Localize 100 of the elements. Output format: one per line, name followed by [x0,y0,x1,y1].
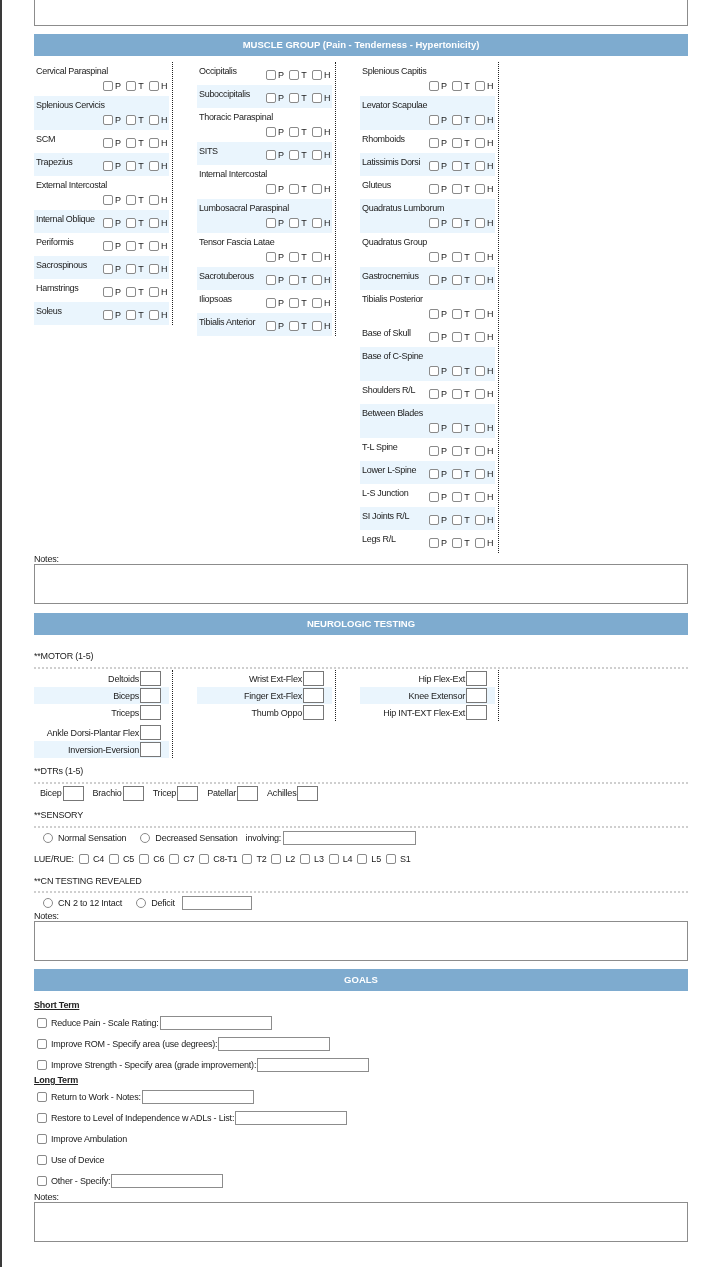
checkbox[interactable] [429,161,439,171]
checkbox[interactable] [126,161,136,171]
checkbox[interactable] [312,127,322,137]
checkbox[interactable] [266,93,276,103]
checkbox[interactable] [149,310,159,320]
checkbox[interactable] [266,218,276,228]
checkbox[interactable] [429,492,439,502]
score-field[interactable] [140,671,161,686]
checkbox[interactable] [149,218,159,228]
checkbox[interactable] [312,70,322,80]
checkbox[interactable] [429,446,439,456]
checkbox[interactable] [452,469,462,479]
checkbox[interactable] [149,161,159,171]
checkbox[interactable] [312,252,322,262]
checkbox[interactable] [289,321,299,331]
checkbox[interactable] [149,241,159,251]
checkbox[interactable] [312,298,322,308]
score-field[interactable] [303,688,324,703]
checkbox[interactable] [37,1154,47,1165]
input-field[interactable] [181,896,252,910]
checkbox[interactable] [475,389,485,399]
checkbox[interactable] [266,298,276,308]
checkbox[interactable] [266,184,276,194]
checkbox[interactable] [475,469,485,479]
checkbox[interactable] [475,218,485,228]
checkbox[interactable] [37,1017,47,1028]
checkbox[interactable] [452,332,462,342]
checkbox[interactable] [429,538,439,548]
checkbox[interactable] [429,138,439,148]
checkbox[interactable] [452,138,462,148]
checkbox[interactable] [126,287,136,297]
score-field[interactable] [466,705,487,720]
checkbox[interactable] [452,389,462,399]
checkbox[interactable] [452,309,462,319]
checkbox[interactable] [126,138,136,148]
checkbox[interactable] [475,115,485,125]
checkbox[interactable] [149,195,159,205]
checkbox[interactable] [312,321,322,331]
checkbox[interactable] [266,150,276,160]
checkbox[interactable] [266,252,276,262]
checkbox[interactable] [429,184,439,194]
score-field[interactable] [140,688,161,703]
checkbox[interactable] [37,1112,47,1123]
checkbox[interactable] [475,515,485,525]
radio-button[interactable] [43,832,53,843]
checkbox[interactable] [37,1175,47,1186]
checkbox[interactable] [429,309,439,319]
checkbox[interactable] [103,287,113,297]
checkbox[interactable] [312,275,322,285]
checkbox[interactable] [126,115,136,125]
checkbox[interactable] [289,150,299,160]
checkbox[interactable] [109,854,120,864]
checkbox[interactable] [149,287,159,297]
score-field[interactable] [140,705,161,720]
checkbox[interactable] [429,389,439,399]
checkbox[interactable] [266,70,276,80]
input-field[interactable] [235,1110,348,1125]
checkbox[interactable] [312,184,322,194]
checkbox[interactable] [475,252,485,262]
checkbox[interactable] [452,275,462,285]
checkbox[interactable] [266,127,276,137]
notes-field[interactable] [34,564,688,604]
radio-button[interactable] [136,898,147,908]
checkbox[interactable] [429,515,439,525]
notes-field[interactable] [34,0,688,26]
checkbox[interactable] [266,321,276,331]
checkbox[interactable] [289,252,299,262]
input-field[interactable] [218,1036,331,1051]
checkbox[interactable] [429,218,439,228]
checkbox[interactable] [312,150,322,160]
checkbox[interactable] [429,275,439,285]
checkbox[interactable] [103,195,113,205]
checkbox[interactable] [103,218,113,228]
checkbox[interactable] [289,275,299,285]
checkbox[interactable] [289,298,299,308]
checkbox[interactable] [289,127,299,137]
checkbox[interactable] [452,423,462,433]
checkbox[interactable] [271,854,282,864]
checkbox[interactable] [266,275,276,285]
checkbox[interactable] [475,366,485,376]
checkbox[interactable] [37,1133,47,1144]
checkbox[interactable] [452,252,462,262]
radio-button[interactable] [43,898,53,908]
checkbox[interactable] [475,161,485,171]
checkbox[interactable] [475,184,485,194]
checkbox[interactable] [37,1038,47,1049]
input-field[interactable] [257,1057,370,1072]
radio-button[interactable] [140,832,151,843]
checkbox[interactable] [103,138,113,148]
checkbox[interactable] [475,423,485,433]
input-field[interactable] [141,1089,254,1104]
checkbox[interactable] [149,138,159,148]
checkbox[interactable] [429,332,439,342]
notes-field[interactable] [34,1202,688,1242]
checkbox[interactable] [289,70,299,80]
checkbox[interactable] [37,1059,47,1070]
score-field[interactable] [140,725,161,740]
checkbox[interactable] [289,93,299,103]
checkbox[interactable] [103,81,113,91]
checkbox[interactable] [452,492,462,502]
